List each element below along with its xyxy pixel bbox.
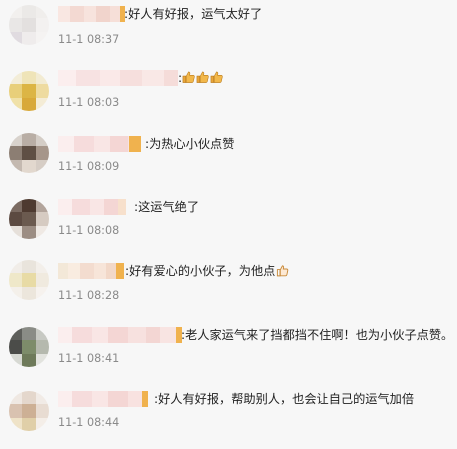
comment-text: :这运气绝了: [134, 200, 200, 214]
avatar-mosaic: [9, 391, 49, 431]
username-redacted[interactable]: [58, 6, 125, 22]
comment-item: : 11-1 08:03: [0, 66, 457, 126]
avatar[interactable]: [9, 260, 49, 300]
username-redacted[interactable]: [58, 199, 126, 215]
comment-item: :好人有好报，运气太好了 11-1 08:37: [0, 0, 457, 60]
comment-text: :好人有好报，运气太好了: [124, 7, 263, 21]
comment-time: 11-1 08:08: [58, 224, 120, 237]
comment-text: :为热心小伙点赞: [145, 137, 235, 151]
comment-time: 11-1 08:37: [58, 33, 120, 46]
comment-time: 11-1 08:28: [58, 289, 120, 302]
comment-time: 11-1 08:03: [58, 96, 120, 109]
thumbs-up-icon: [196, 71, 209, 83]
avatar-mosaic: [9, 5, 49, 45]
comment-text-body: :好有爱心的小伙子，为他点: [125, 264, 276, 278]
like-icon: [277, 265, 289, 277]
username-redacted[interactable]: [58, 263, 124, 279]
thumbs-up-icon: [210, 71, 223, 83]
comment-item: :好有爱心的小伙子，为他点 11-1 08:28: [0, 256, 457, 316]
comment-text: :老人家运气来了挡都挡不住啊！也为小伙子点赞。: [181, 328, 454, 342]
avatar[interactable]: [9, 133, 49, 173]
username-redacted[interactable]: [58, 70, 178, 86]
username-redacted[interactable]: [58, 327, 182, 343]
avatar-mosaic: [9, 327, 49, 367]
comment-time: 11-1 08:44: [58, 416, 120, 429]
comment-item: :这运气绝了 11-1 08:08: [0, 192, 457, 252]
comment-time: 11-1 08:41: [58, 352, 120, 365]
avatar[interactable]: [9, 5, 49, 45]
avatar-mosaic: [9, 260, 49, 300]
username-redacted[interactable]: [58, 391, 148, 407]
comment-text: :好有爱心的小伙子，为他点: [125, 263, 289, 279]
avatar-mosaic: [9, 71, 49, 111]
avatar[interactable]: [9, 391, 49, 431]
comment-feed: { "comments": [ { "text": ":好人有好报，运气太好了"…: [0, 0, 457, 449]
avatar-mosaic: [9, 199, 49, 239]
comment-item: :为热心小伙点赞 11-1 08:09: [0, 128, 457, 188]
comment-text: :: [178, 70, 224, 86]
avatar[interactable]: [9, 199, 49, 239]
thumbs-up-icon: [182, 71, 195, 83]
comment-item: :好人有好报，帮助别人，也会让自己的运气加倍 11-1 08:44: [0, 384, 457, 444]
avatar[interactable]: [9, 327, 49, 367]
comment-text: :好人有好报，帮助别人，也会让自己的运气加倍: [154, 392, 415, 406]
comment-time: 11-1 08:09: [58, 160, 120, 173]
avatar[interactable]: [9, 71, 49, 111]
username-redacted[interactable]: [58, 136, 141, 152]
comment-item: :老人家运气来了挡都挡不住啊！也为小伙子点赞。 11-1 08:41: [0, 320, 457, 380]
avatar-mosaic: [9, 133, 49, 173]
